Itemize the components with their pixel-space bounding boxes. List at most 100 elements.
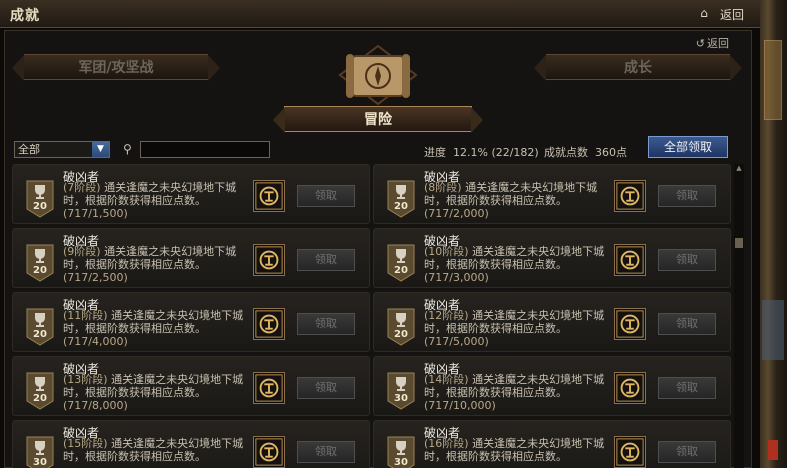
- claim-all-button[interactable]: 全部领取: [648, 136, 728, 158]
- achievement-card: 30 破凶者 (16阶段) 通关逢魔之未央幻境地下城时，根据阶数获得相应点数。 领取: [373, 420, 731, 468]
- trophy-badge-icon: [26, 180, 54, 218]
- achievement-progress: (717/8,000): [63, 399, 128, 412]
- trophy-badge-icon: [387, 308, 415, 346]
- trophy-badge-icon: [387, 372, 415, 410]
- achievement-description: (9阶段) 通关逢魔之未央幻境地下城时，根据阶数获得相应点数。 (717/2,50…: [63, 245, 253, 284]
- chevron-down-icon[interactable]: ▼: [92, 142, 109, 157]
- achievement-card: 20 破凶者 (8阶段) 通关逢魔之未央幻境地下城时，根据阶数获得相应点数。 (717…: [373, 164, 731, 224]
- achievement-description: (13阶段) 通关逢魔之未央幻境地下城时，根据阶数获得相应点数。 (717/8,0…: [63, 373, 253, 412]
- claim-button[interactable]: 领取: [297, 377, 355, 399]
- achievement-stage: (14阶段): [424, 373, 469, 386]
- achievement-progress: (717/1,500): [63, 207, 128, 220]
- achievement-points: 20: [394, 201, 408, 212]
- achievement-points: 20: [394, 265, 408, 276]
- achievement-card: 20 破凶者 (9阶段) 通关逢魔之未央幻境地下城时，根据阶数获得相应点数。 (717…: [12, 228, 370, 288]
- progress-label: 进度: [424, 146, 446, 159]
- window-title: 成就: [10, 8, 40, 24]
- progress-summary: 进度 12.1% (22/182): [424, 144, 539, 160]
- claim-button[interactable]: 领取: [658, 313, 716, 335]
- achievement-description: (15阶段) 通关逢魔之未央幻境地下城时，根据阶数获得相应点数。: [63, 437, 253, 463]
- scrollbar-thumb[interactable]: [735, 238, 743, 248]
- achievement-list: 20 破凶者 (7阶段) 通关逢魔之未央幻境地下城时，根据阶数获得相应点数。 (717…: [12, 164, 734, 468]
- achievement-points: 20: [33, 393, 47, 404]
- reward-emblem-icon[interactable]: [614, 436, 646, 468]
- home-icon[interactable]: ⌂: [697, 6, 711, 20]
- achievement-stage: (12阶段): [424, 309, 469, 322]
- reward-emblem-icon[interactable]: [614, 180, 646, 212]
- claim-button[interactable]: 领取: [658, 377, 716, 399]
- achievement-stage: (11阶段): [63, 309, 108, 322]
- achievement-points: 20: [394, 329, 408, 340]
- panel-back-label: 返回: [707, 37, 729, 50]
- achievement-stage: (13阶段): [63, 373, 108, 386]
- category-select-value: 全部: [18, 143, 40, 156]
- achievement-points: 30: [394, 457, 408, 468]
- reward-emblem-icon[interactable]: [614, 244, 646, 276]
- window-title-bar: 成就 ⌂ 返回: [0, 0, 760, 28]
- achievement-card: 20 破凶者 (7阶段) 通关逢魔之未央幻境地下城时，根据阶数获得相应点数。 (717…: [12, 164, 370, 224]
- claim-button[interactable]: 领取: [297, 313, 355, 335]
- reward-emblem-icon[interactable]: [614, 372, 646, 404]
- achievement-card: 30 破凶者 (15阶段) 通关逢魔之未央幻境地下城时，根据阶数获得相应点数。 领取: [12, 420, 370, 468]
- achievement-stage: (9阶段): [63, 245, 101, 258]
- achievement-card: 30 破凶者 (14阶段) 通关逢魔之未央幻境地下城时，根据阶数获得相应点数。 (71…: [373, 356, 731, 416]
- reward-emblem-icon[interactable]: [253, 436, 285, 468]
- reward-emblem-icon[interactable]: [253, 308, 285, 340]
- achievement-description: (8阶段) 通关逢魔之未央幻境地下城时，根据阶数获得相应点数。 (717/2,00…: [424, 181, 614, 220]
- achievement-progress: (717/5,000): [424, 335, 489, 348]
- tab-legion-raid[interactable]: 军团/攻坚战: [12, 54, 220, 81]
- claim-button[interactable]: 领取: [297, 441, 355, 463]
- achievement-card: 20 破凶者 (13阶段) 通关逢魔之未央幻境地下城时，根据阶数获得相应点数。 (71…: [12, 356, 370, 416]
- claim-button[interactable]: 领取: [658, 185, 716, 207]
- reward-emblem-icon[interactable]: [253, 180, 285, 212]
- claim-button[interactable]: 领取: [658, 441, 716, 463]
- reward-emblem-icon[interactable]: [614, 308, 646, 340]
- search-input[interactable]: [140, 141, 270, 158]
- achievement-progress: (717/2,500): [63, 271, 128, 284]
- tab-growth[interactable]: 成长: [534, 54, 742, 81]
- tab-adventure[interactable]: 冒险: [273, 106, 483, 133]
- achievement-description: (12阶段) 通关逢魔之未央幻境地下城时，根据阶数获得相应点数。 (717/5,0…: [424, 309, 614, 348]
- points-summary: 成就点数 360点: [544, 144, 627, 160]
- achievement-stage: (16阶段): [424, 437, 469, 450]
- progress-value: 12.1% (22/182): [453, 146, 539, 159]
- achievement-progress: (717/4,000): [63, 335, 128, 348]
- search-icon: ⚲: [123, 142, 132, 156]
- points-label: 成就点数: [544, 146, 588, 159]
- claim-button[interactable]: 领取: [658, 249, 716, 271]
- achievement-stage: (8阶段): [424, 181, 462, 194]
- claim-button[interactable]: 领取: [297, 185, 355, 207]
- scroll-up-icon[interactable]: ▲: [735, 164, 743, 172]
- achievement-points: 30: [33, 457, 47, 468]
- achievement-stage: (7阶段): [63, 181, 101, 194]
- reward-emblem-icon[interactable]: [253, 244, 285, 276]
- achievement-description: (11阶段) 通关逢魔之未央幻境地下城时，根据阶数获得相应点数。 (717/4,0…: [63, 309, 253, 348]
- achievement-description: (16阶段) 通关逢魔之未央幻境地下城时，根据阶数获得相应点数。: [424, 437, 614, 463]
- achievement-card: 20 破凶者 (12阶段) 通关逢魔之未央幻境地下城时，根据阶数获得相应点数。 (71…: [373, 292, 731, 352]
- return-icon: ↺: [695, 37, 705, 50]
- window-back-button[interactable]: 返回: [720, 6, 744, 23]
- achievement-description: (10阶段) 通关逢魔之未央幻境地下城时，根据阶数获得相应点数。 (717/3,0…: [424, 245, 614, 284]
- trophy-badge-icon: [387, 180, 415, 218]
- achievement-points: 30: [394, 393, 408, 404]
- trophy-badge-icon: [387, 244, 415, 282]
- scenery-decoration: [768, 440, 778, 460]
- list-scrollbar[interactable]: ▲: [734, 164, 744, 468]
- achievement-points: 20: [33, 201, 47, 212]
- achievement-description: (7阶段) 通关逢魔之未央幻境地下城时，根据阶数获得相应点数。 (717/1,50…: [63, 181, 253, 220]
- trophy-badge-icon: [26, 244, 54, 282]
- claim-button[interactable]: 领取: [297, 249, 355, 271]
- achievement-progress: (717/2,000): [424, 207, 489, 220]
- scroll-emblem-icon: [338, 44, 418, 106]
- category-select[interactable]: 全部 ▼: [14, 141, 110, 158]
- points-value: 360点: [595, 146, 627, 159]
- achievement-progress: (717/10,000): [424, 399, 496, 412]
- achievement-stage: (10阶段): [424, 245, 469, 258]
- achievement-stage: (15阶段): [63, 437, 108, 450]
- background-scenery: [760, 0, 787, 468]
- panel-back-button[interactable]: ↺ 返回: [696, 35, 729, 51]
- achievement-description: (14阶段) 通关逢魔之未央幻境地下城时，根据阶数获得相应点数。 (717/10,…: [424, 373, 614, 412]
- reward-emblem-icon[interactable]: [253, 372, 285, 404]
- trophy-badge-icon: [26, 308, 54, 346]
- scenery-decoration: [764, 40, 782, 120]
